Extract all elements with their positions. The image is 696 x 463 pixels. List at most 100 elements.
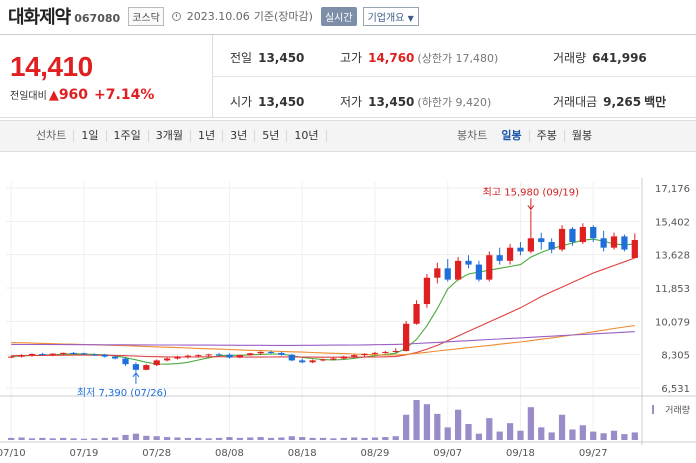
candle-body: [330, 358, 337, 360]
volume-bar: [579, 425, 586, 440]
period-1y[interactable]: 1년: [191, 130, 224, 142]
y-tick-label: 15,402: [655, 217, 690, 228]
volume-bar: [361, 437, 368, 440]
ma-line-60: [11, 325, 635, 356]
company-info-label: 기업개요: [367, 12, 405, 24]
volume-bar: [288, 436, 295, 440]
candle-body: [112, 356, 119, 359]
candle-body: [486, 255, 493, 280]
volume-bar: [590, 431, 597, 440]
volume-bar: [319, 437, 327, 440]
volume-bar: [413, 400, 420, 440]
stat-prev-close: 전일 13,450: [230, 49, 304, 66]
stat-label: 거래대금: [553, 95, 598, 109]
period-monthly[interactable]: 월봉: [565, 130, 599, 142]
x-tick-label: 08/18: [288, 448, 317, 459]
candle-body: [319, 359, 327, 361]
divider: [212, 76, 696, 77]
volume-bar: [39, 437, 46, 440]
volume-bar: [28, 438, 36, 440]
candle-body: [413, 304, 420, 324]
candle-body: [423, 277, 431, 305]
period-1d[interactable]: 1일: [74, 130, 107, 142]
stat-sub: (하한가 9,420): [417, 96, 492, 109]
volume-bar: [112, 437, 119, 440]
volume-bar: [309, 437, 316, 440]
stock-code: 067080: [74, 11, 121, 25]
volume-bar: [631, 432, 638, 440]
volume-bar: [558, 414, 566, 440]
stat-value: 9,265: [603, 95, 642, 109]
volume-bar: [70, 438, 77, 440]
volume-bar: [49, 438, 56, 440]
company-info-button[interactable]: 기업개요 ▼: [362, 6, 419, 26]
stat-label: 전일: [230, 51, 253, 65]
change-label: 전일대비: [10, 91, 47, 102]
candle-body: [132, 364, 140, 370]
period-daily[interactable]: 일봉: [494, 130, 530, 142]
volume-bar: [267, 437, 275, 440]
volume-bar: [444, 427, 451, 440]
candle-body: [361, 353, 368, 356]
legend-label: 120: [100, 172, 120, 182]
clock-icon: [171, 11, 181, 21]
legend-swatch: [31, 173, 39, 181]
candle-body: [403, 323, 410, 352]
chart-background: [0, 158, 696, 463]
realtime-button[interactable]: 실시간: [320, 6, 357, 26]
x-tick-label: 08/08: [215, 448, 244, 459]
volume-bar: [610, 430, 618, 440]
volume-bar: [18, 437, 25, 440]
volume-bar: [392, 436, 399, 440]
volume-bar: [236, 437, 243, 440]
change-amount: 960: [58, 87, 89, 103]
volume-bar: [434, 413, 441, 440]
candle-body: [527, 238, 534, 252]
stock-name: 대화제약: [8, 7, 71, 28]
volume-bar: [174, 437, 181, 440]
volume-bar: [621, 434, 628, 440]
candle-body: [215, 354, 223, 356]
candle-body: [205, 354, 212, 356]
period-weekly[interactable]: 주봉: [530, 130, 565, 142]
volume-axis-label: 거래량: [665, 404, 690, 416]
annotations: 최고 15,980 (09/19) 최저 7,390 (07/26): [77, 186, 579, 398]
volume-bar: [403, 414, 410, 440]
candle-body: [278, 352, 285, 355]
period-3y[interactable]: 3년: [223, 130, 256, 142]
candle-body: [288, 354, 295, 361]
period-5y[interactable]: 5년: [255, 130, 288, 142]
candle-body: [49, 353, 56, 355]
volume-bar: [215, 437, 223, 440]
x-tick-label: 07/28: [142, 448, 171, 459]
volume-bars: [8, 400, 638, 440]
stat-value: 13,450: [258, 51, 305, 65]
legend-ma120: 120: [90, 172, 119, 182]
candle-body: [548, 242, 555, 250]
candle-body: [60, 352, 67, 354]
volume-bar: [527, 407, 534, 440]
volume-bar: [340, 437, 347, 440]
volume-bar: [278, 437, 285, 440]
volume-bar: [226, 437, 233, 440]
y-tick-label: 6,531: [661, 384, 690, 395]
volume-bar: [454, 409, 462, 440]
candle-body: [610, 236, 618, 248]
candle-body: [226, 354, 233, 358]
period-1w[interactable]: 1주일: [107, 130, 149, 142]
candle-body: [8, 356, 15, 358]
candle-body: [195, 355, 202, 357]
stat-volume: 거래량 641,996: [553, 49, 647, 66]
period-3m[interactable]: 3개월: [149, 130, 191, 142]
period-bar: 선차트 1일 1주일 3개월 1년 3년 5년 10년 봉차트 일봉 주봉 월봉: [0, 120, 696, 152]
candle-body: [247, 353, 254, 356]
current-price: 14,410: [10, 51, 93, 82]
ma-legend: 5 20 60 120: [8, 172, 126, 182]
volume-bar: [351, 437, 358, 440]
x-tick-label: 09/18: [506, 448, 535, 459]
candle-body: [444, 268, 451, 280]
period-10y[interactable]: 10년: [287, 130, 327, 142]
y-tick-label: 11,853: [655, 284, 690, 295]
low-annotation: 최저 7,390 (07/26): [77, 387, 167, 399]
candle-body: [600, 238, 607, 248]
